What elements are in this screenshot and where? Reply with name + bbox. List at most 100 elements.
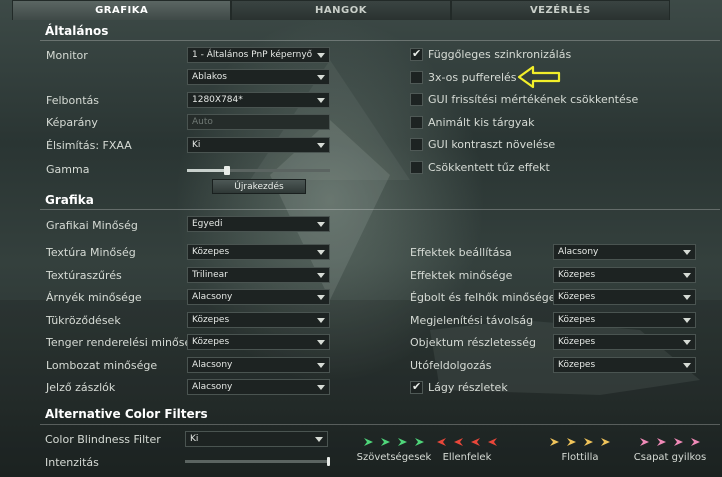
intensity-slider[interactable]: [185, 460, 330, 463]
setting-label: Objektum részletesség: [410, 336, 537, 349]
settings-tabs: GRAFIKA HANGOK VEZÉRLÉS: [12, 0, 670, 21]
option-checkbox[interactable]: [410, 115, 423, 129]
checkbox-label: Csökkentett tűz effekt: [428, 160, 550, 174]
color-blindness-label: Color Blindness Filter: [45, 433, 161, 446]
setting-label: Effektek beállítása: [410, 246, 512, 259]
filters-section-title: Alternative Color Filters: [45, 407, 208, 421]
filter-group-label: Ellenfelek: [442, 452, 492, 463]
chevron-down-icon: [683, 250, 691, 255]
monitor-dropdown[interactable]: 1 - Általános PnP képernyő (pı: [187, 47, 330, 63]
dropdown-value: Alacsony: [192, 382, 233, 392]
setting-label: Árnyék minősége: [46, 291, 142, 304]
ship-marker-icon: [567, 438, 576, 446]
chevron-down-icon: [683, 272, 691, 278]
divider: [40, 40, 720, 41]
option-dropdown[interactable]: Trilinear: [187, 266, 330, 283]
setting-label: Lombozat minősége: [46, 358, 158, 372]
ship-marker-icon: [640, 438, 649, 446]
tab-hangok[interactable]: HANGOK: [231, 0, 451, 20]
option-dropdown[interactable]: Közepes: [553, 334, 696, 350]
option-dropdown[interactable]: Alacsony: [187, 289, 330, 305]
option-dropdown[interactable]: Közepes: [187, 311, 330, 328]
chevron-down-icon: [317, 143, 325, 148]
setting-label: Megjelenítési távolság: [410, 313, 534, 327]
ship-marker-icon: [691, 438, 700, 446]
option-dropdown[interactable]: Közepes: [553, 266, 696, 283]
option-dropdown[interactable]: Közepes: [553, 356, 696, 373]
option-checkbox[interactable]: [410, 70, 423, 84]
dropdown-value: Alacsony: [192, 292, 233, 302]
option-dropdown[interactable]: Közepes: [553, 289, 696, 305]
chevron-down-icon: [317, 385, 325, 390]
setting-label: Utófeldolgozás: [410, 358, 492, 372]
setting-label: Égbolt és felhők minősége: [410, 291, 556, 304]
ship-marker-icon: [364, 438, 373, 446]
tab-grafika[interactable]: GRAFIKA: [12, 0, 232, 20]
option-dropdown[interactable]: Alacsony: [187, 356, 330, 373]
chevron-down-icon: [317, 317, 325, 323]
color-blindness-dropdown[interactable]: Ki: [185, 431, 328, 447]
checkbox-label: Animált kis tárgyak: [428, 115, 535, 129]
ship-marker-icon: [471, 438, 480, 446]
ship-marker-icon: [601, 438, 610, 446]
gamma-slider-knob[interactable]: [224, 166, 230, 175]
ship-marker-icons: [638, 437, 706, 447]
dropdown-value: Közepes: [558, 269, 596, 280]
chevron-down-icon: [317, 250, 325, 255]
graphics-quality-label: Grafikai Minőség: [46, 219, 138, 232]
chevron-down-icon: [317, 272, 325, 278]
setting-label: Effektek minősége: [410, 268, 513, 282]
filter-group-label: Csapat gyilkos: [633, 452, 707, 463]
check-icon: ✔: [412, 47, 422, 60]
ship-marker-icon: [657, 438, 666, 446]
dropdown-value: Közepes: [558, 359, 596, 370]
aspect-dropdown: Auto: [187, 114, 330, 130]
dropdown-value: Közepes: [558, 292, 596, 302]
chevron-down-icon: [317, 222, 325, 227]
antialiasing-dropdown[interactable]: Ki: [187, 137, 330, 153]
ship-marker-icon: [415, 438, 424, 446]
marker-icon-row: [550, 438, 610, 446]
marker-icon-row: [364, 438, 424, 446]
dropdown-value: Alacsony: [192, 359, 233, 370]
dropdown-value: Közepes: [192, 337, 230, 347]
option-checkbox[interactable]: ✔: [410, 47, 423, 61]
option-checkbox[interactable]: [410, 160, 423, 174]
chevron-down-icon: [315, 437, 323, 442]
dropdown-value: Közepes: [558, 314, 596, 325]
aspect-label: Képarány: [46, 116, 98, 129]
chevron-down-icon: [317, 340, 325, 345]
divider: [40, 209, 720, 210]
ship-marker-icons: [435, 437, 503, 447]
option-dropdown[interactable]: Közepes: [187, 244, 330, 260]
filter-group-label: Flottilla: [561, 452, 599, 463]
setting-label: Textúra Minőség: [46, 246, 136, 259]
option-dropdown[interactable]: Közepes: [187, 334, 330, 350]
option-dropdown[interactable]: Alacsony: [553, 244, 696, 260]
option-checkbox[interactable]: [410, 138, 423, 151]
tab-vezerles[interactable]: VEZÉRLÉS: [450, 0, 670, 20]
dropdown-value: Közepes: [192, 314, 230, 325]
ship-marker-icon: [437, 438, 446, 446]
option-dropdown[interactable]: Közepes: [553, 311, 696, 328]
window-mode-dropdown[interactable]: Ablakos: [187, 69, 330, 85]
divider: [40, 424, 720, 425]
ship-marker-icons: [548, 437, 616, 447]
dropdown-value: Alacsony: [558, 247, 599, 257]
ship-marker-icon: [454, 438, 463, 446]
resolution-dropdown[interactable]: 1280X784*: [187, 92, 330, 108]
intensity-slider-knob[interactable]: [327, 457, 330, 466]
option-dropdown[interactable]: Alacsony: [187, 379, 330, 395]
dropdown-value: Trilinear: [192, 269, 228, 280]
restart-button[interactable]: Újrakezdés: [212, 179, 306, 194]
marker-icon-row: [437, 438, 497, 446]
ship-marker-icon: [488, 438, 497, 446]
general-section-title: Általános: [45, 24, 109, 38]
antialiasing-label: Élsimítás: FXAA: [46, 139, 132, 152]
soft-details-checkbox[interactable]: ✔: [410, 380, 423, 394]
option-checkbox[interactable]: [410, 93, 423, 106]
graphics-quality-dropdown[interactable]: Egyedi: [187, 216, 330, 232]
chevron-down-icon: [683, 295, 691, 300]
ship-marker-icon: [550, 438, 559, 446]
checkbox-label: GUI frissítési mértékének csökkentése: [428, 93, 639, 106]
